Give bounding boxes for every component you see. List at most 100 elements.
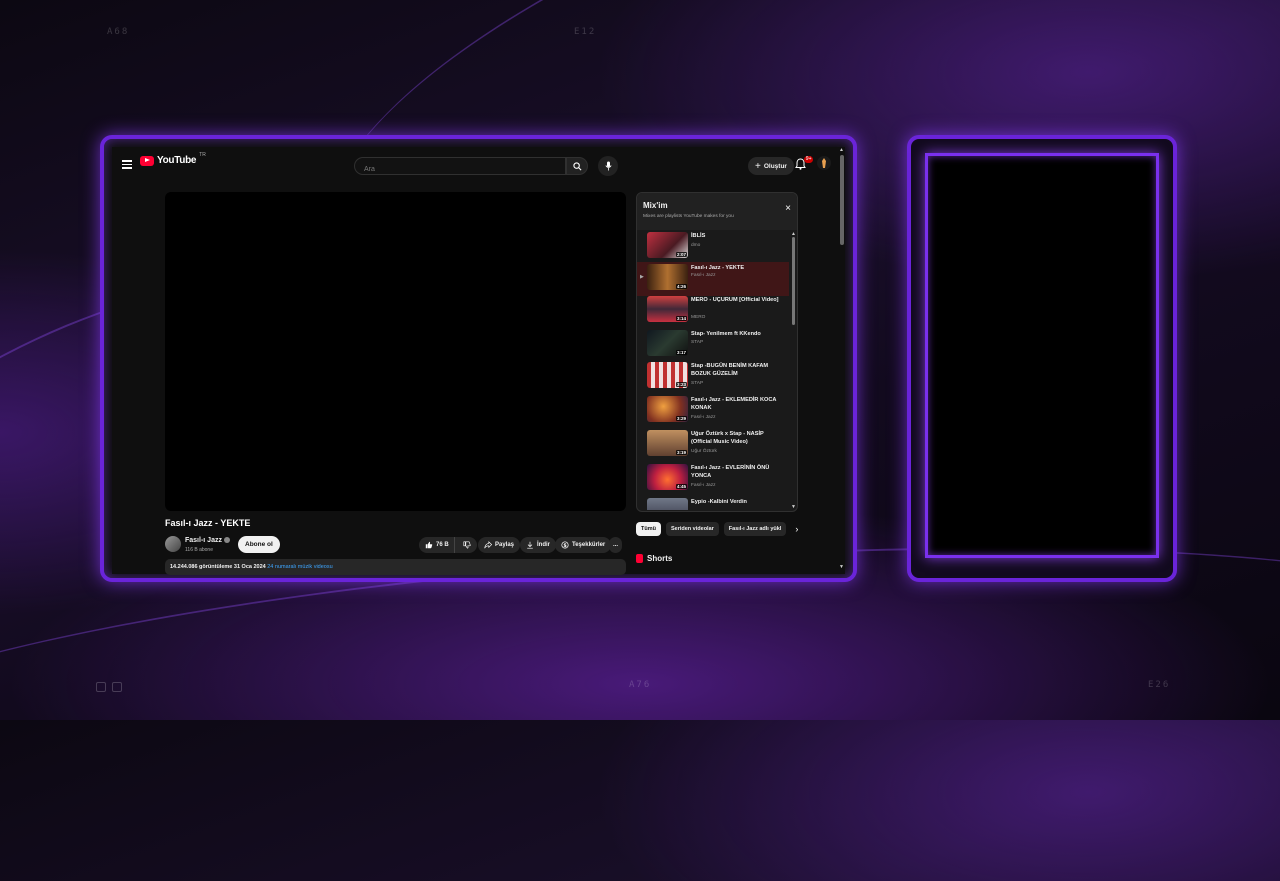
now-playing-icon: ▶ bbox=[640, 274, 644, 280]
video-thumbnail: 4:26 bbox=[647, 264, 688, 290]
duration: 3:17 bbox=[675, 350, 687, 355]
microphone-icon bbox=[604, 161, 612, 171]
square-icon bbox=[96, 682, 106, 692]
download-icon bbox=[527, 541, 533, 549]
playlist-item-channel: Fasıl-ı Jazz bbox=[691, 483, 716, 488]
video-thumbnail: 3:23 bbox=[647, 362, 688, 388]
square-icon bbox=[112, 682, 122, 692]
chip-channel-uploads[interactable]: Fasıl-ı Jazz adlı yükl bbox=[723, 522, 787, 536]
more-actions-button[interactable]: ... bbox=[609, 537, 622, 553]
playlist-item-channel: Fasıl-ı Jazz bbox=[691, 273, 716, 278]
voice-search-button[interactable] bbox=[598, 156, 618, 176]
video-player[interactable] bbox=[165, 192, 626, 511]
subscribe-button[interactable]: Abone ol bbox=[238, 536, 280, 553]
playlist-item-title: Fasıl-ı Jazz - EVLERİNİN ÖNÜ YONCA bbox=[691, 465, 770, 479]
playlist-item-channel: dmo bbox=[691, 243, 701, 248]
create-label: Oluştur bbox=[763, 162, 787, 170]
shorts-label: Shorts bbox=[647, 554, 673, 563]
playlist-item-title: Uğur Öztürk x Stap - NASİP (Official Mus… bbox=[691, 431, 764, 445]
chevron-right-icon[interactable]: › bbox=[795, 524, 798, 534]
duration: 3:14 bbox=[675, 316, 687, 321]
notification-badge: 9+ bbox=[804, 156, 813, 163]
channel-name: Fasıl-ı Jazz bbox=[185, 537, 222, 544]
playlist-item[interactable]: 3:23 Stap -BUGÜN BENİM KAFAM BOZUK GÜZEL… bbox=[637, 360, 789, 394]
description-box[interactable]: 14.244.086 görüntüleme 31 Oca 2024 24 nu… bbox=[165, 559, 626, 575]
playlist-item[interactable]: 3:17 Stap- Yenilmem ft KKendo STAP bbox=[637, 328, 789, 362]
create-button[interactable]: + Oluştur bbox=[748, 157, 794, 175]
music-rank-tag[interactable]: 24 numaralı müzik videosu bbox=[267, 564, 332, 570]
search-icon bbox=[572, 161, 581, 170]
shorts-icon bbox=[636, 554, 643, 563]
video-thumbnail: 2:07 bbox=[647, 232, 688, 258]
playlist-item-channel: STAP bbox=[691, 381, 704, 386]
playlist-item[interactable]: 2:07 İBLİS dmo bbox=[637, 230, 789, 264]
dislike-button[interactable] bbox=[458, 537, 477, 553]
share-icon bbox=[484, 541, 492, 549]
page-scrollbar[interactable] bbox=[840, 155, 844, 245]
corner-label: A68 bbox=[107, 27, 130, 37]
download-button[interactable]: İndir bbox=[520, 537, 556, 553]
playlist-item-channel: Uğur Öztürk bbox=[691, 449, 717, 454]
duration: 4:26 bbox=[675, 284, 687, 289]
logo-region: TR bbox=[199, 151, 206, 158]
duration: 3:23 bbox=[675, 382, 687, 387]
playlist-item-current[interactable]: ▶ 4:26 Fasıl-ı Jazz - YEKTE Fasıl-ı Jazz bbox=[637, 262, 789, 296]
video-thumbnail: 3:29 bbox=[647, 396, 688, 422]
channel-avatar[interactable] bbox=[165, 536, 181, 552]
notifications-button[interactable]: 9+ bbox=[795, 156, 813, 173]
like-dislike-group: 76 B bbox=[419, 537, 477, 553]
playlist-item-title: Eypio -Kalbini Verdin bbox=[691, 499, 747, 505]
duration: 4:45 bbox=[675, 484, 687, 489]
duration: 3:29 bbox=[675, 416, 687, 421]
video-thumbnail: 4:45 bbox=[647, 464, 688, 490]
playlist-item-title: MERO - UÇURUM [Official Video] bbox=[691, 297, 779, 303]
views-and-date: 14.244.086 görüntüleme 31 Oca 2024 bbox=[170, 564, 266, 570]
close-icon[interactable]: × bbox=[785, 203, 791, 214]
channel-name-link[interactable]: Fasıl-ı Jazz bbox=[185, 537, 230, 544]
playlist-subtitle: Mixes are playlists YouTube makes for yo… bbox=[643, 214, 734, 219]
playlist-title: Mix'im bbox=[643, 201, 668, 210]
playlist-item[interactable]: 3:14 MERO - UÇURUM [Official Video] MERO bbox=[637, 294, 789, 328]
playlist-item[interactable]: 3:29 Fasıl-ı Jazz - EKLEMEDİR KOCA KONAK… bbox=[637, 394, 789, 428]
account-avatar[interactable] bbox=[817, 156, 831, 170]
user-avatar-icon bbox=[822, 158, 826, 168]
playlist-item[interactable]: 3:19 Uğur Öztürk x Stap - NASİP (Officia… bbox=[637, 428, 789, 462]
verified-icon bbox=[223, 537, 230, 544]
youtube-logo[interactable]: YouTube TR bbox=[140, 151, 206, 166]
share-button[interactable]: Paylaş bbox=[478, 537, 521, 553]
scroll-down-icon[interactable]: ▼ bbox=[791, 504, 796, 510]
playlist-item-title: Stap -BUGÜN BENİM KAFAM BOZUK GÜZELİM bbox=[691, 363, 769, 377]
chip-all[interactable]: Tümü bbox=[636, 522, 661, 536]
search-box bbox=[354, 157, 566, 175]
video-thumbnail: 3:17 bbox=[647, 330, 688, 356]
corner-label: E12 bbox=[574, 27, 597, 37]
logo-text: YouTube bbox=[157, 155, 197, 166]
search-button[interactable] bbox=[566, 157, 588, 175]
search-input[interactable] bbox=[362, 165, 556, 174]
play-icon bbox=[140, 155, 154, 166]
related-chips: Tümü Seriden videolar Fasıl-ı Jazz adlı … bbox=[636, 522, 798, 536]
plus-icon: + bbox=[755, 160, 761, 172]
thanks-button[interactable]: $ Teşekkürler bbox=[555, 537, 612, 553]
corner-icons bbox=[96, 682, 122, 692]
scroll-down-icon[interactable]: ▼ bbox=[839, 564, 844, 570]
playlist-item[interactable]: Eypio -Kalbini Verdin bbox=[637, 496, 789, 510]
like-count: 76 B bbox=[436, 542, 449, 548]
playlist-item-channel: Fasıl-ı Jazz bbox=[691, 415, 716, 420]
like-button[interactable]: 76 B bbox=[419, 537, 455, 553]
chip-series[interactable]: Seriden videolar bbox=[665, 522, 719, 536]
playlist-scrollbar[interactable] bbox=[792, 237, 795, 325]
playlist-item[interactable]: 4:45 Fasıl-ı Jazz - EVLERİNİN ÖNÜ YONCA … bbox=[637, 462, 789, 496]
playlist-item-title: Fasıl-ı Jazz - YEKTE bbox=[691, 265, 745, 271]
corner-label: E26 bbox=[1148, 680, 1171, 690]
playlist-item-channel: MERO bbox=[691, 315, 706, 320]
thumbs-down-icon bbox=[463, 541, 471, 549]
video-title: Fasıl-ı Jazz - YEKTE bbox=[165, 518, 251, 528]
duration: 2:07 bbox=[675, 252, 687, 257]
scroll-up-icon[interactable]: ▲ bbox=[839, 147, 844, 153]
download-label: İndir bbox=[537, 542, 550, 548]
side-window-frame bbox=[907, 135, 1177, 582]
playlist-item-channel: STAP bbox=[691, 340, 704, 345]
subscriber-count: 116 B abone bbox=[185, 547, 213, 553]
hamburger-menu-icon[interactable] bbox=[122, 160, 132, 169]
